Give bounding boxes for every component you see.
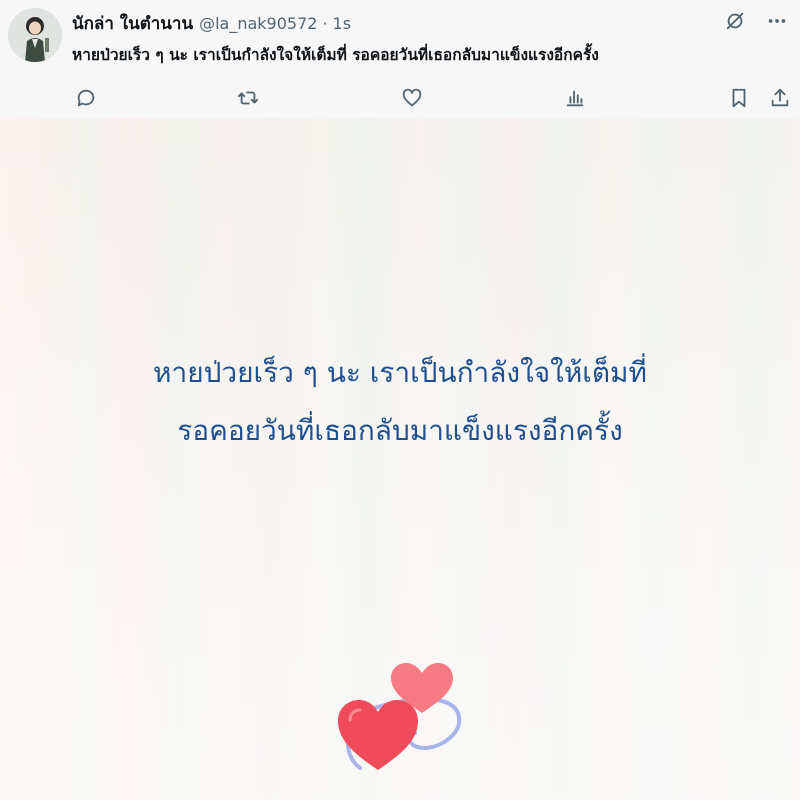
card-message: หายป่วยเร็ว ๆ นะ เราเป็นกำลังใจให้เต็มที…	[0, 344, 800, 460]
reply-icon[interactable]	[72, 84, 100, 112]
like-icon[interactable]	[398, 84, 426, 112]
top-right-actions	[722, 8, 790, 34]
hearts-icon	[338, 663, 462, 770]
repost-icon[interactable]	[234, 84, 262, 112]
card-line-2: รอคอยวันที่เธอกลับมาแข็งแรงอีกครั้ง	[177, 414, 623, 447]
avatar[interactable]	[8, 8, 62, 62]
views-icon[interactable]	[561, 84, 589, 112]
author-row: นักล่า ในตำนาน @la_nak90572 · 1s	[72, 10, 351, 34]
post-time[interactable]: 1s	[333, 14, 352, 33]
card-line-1: หายป่วยเร็ว ๆ นะ เราเป็นกำลังใจให้เต็มที…	[153, 356, 647, 389]
post-image-card[interactable]: หายป่วยเร็ว ๆ นะ เราเป็นกำลังใจให้เต็มที…	[0, 118, 800, 800]
grok-icon[interactable]	[722, 8, 748, 34]
user-handle[interactable]: @la_nak90572	[199, 14, 317, 33]
more-icon[interactable]	[764, 8, 790, 34]
action-bar	[0, 84, 800, 112]
separator: ·	[322, 14, 328, 33]
post-header: นักล่า ในตำนาน @la_nak90572 · 1s หายป่วย…	[0, 0, 800, 118]
display-name[interactable]: นักล่า ในตำนาน	[72, 10, 193, 37]
bookmark-icon[interactable]	[725, 84, 753, 112]
post-text: หายป่วยเร็ว ๆ นะ เราเป็นกำลังใจให้เต็มที…	[72, 46, 599, 64]
share-icon[interactable]	[766, 84, 794, 112]
